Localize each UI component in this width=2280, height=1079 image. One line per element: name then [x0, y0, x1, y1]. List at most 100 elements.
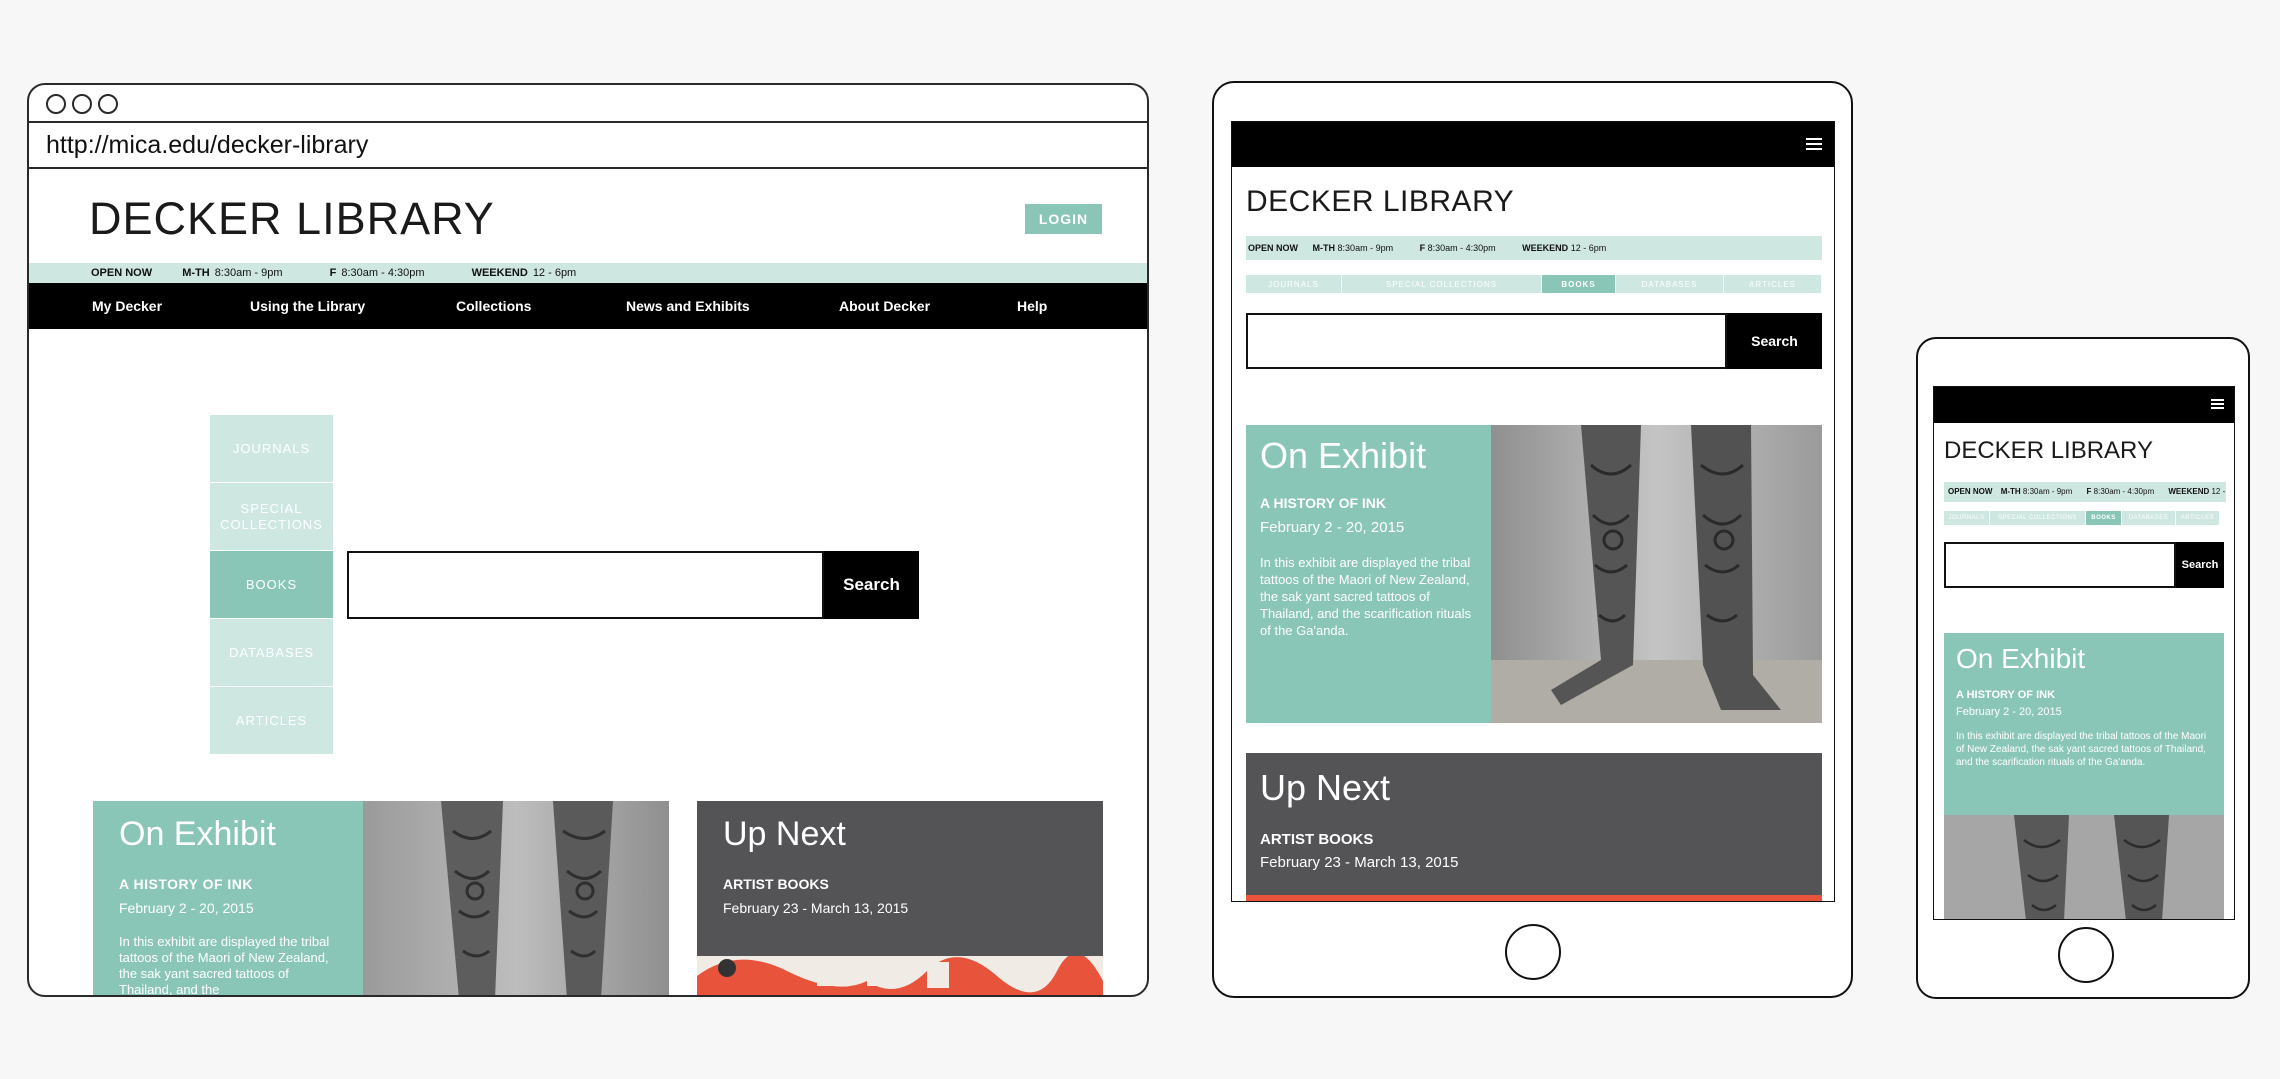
hours-weekend: 12 - 6pm — [1570, 243, 1607, 253]
nav-collections[interactable]: Collections — [456, 298, 531, 314]
hours-weekend: 12 - 6pm — [2211, 487, 2226, 496]
window-maximize-button[interactable] — [98, 94, 118, 114]
tab-journals[interactable]: JOURNALS — [1944, 511, 1990, 525]
exhibit-description: In this exhibit are displayed the tribal… — [1956, 731, 2207, 768]
tattoo-legs-image — [1944, 815, 2224, 919]
hours-f-label: F — [2086, 487, 2092, 496]
tab-journals[interactable]: JOURNALS — [210, 415, 333, 483]
tablet-top-bar — [1232, 122, 1834, 167]
tattoo-legs-image — [363, 801, 669, 995]
tab-special-collections[interactable]: SPECIAL COLLECTIONS — [210, 483, 333, 551]
nav-about-decker[interactable]: About Decker — [839, 298, 930, 314]
site-title[interactable]: DECKER LIBRARY — [1246, 185, 1514, 219]
window-minimize-button[interactable] — [72, 94, 92, 114]
hours-mth-label: M-TH — [182, 267, 210, 279]
search-button[interactable]: Search — [1727, 313, 1822, 369]
hamburger-menu-icon[interactable] — [1806, 138, 1822, 150]
address-bar[interactable]: http://mica.edu/decker-library — [29, 123, 1147, 169]
nav-help[interactable]: Help — [1017, 298, 1047, 314]
tab-databases[interactable]: DATABASES — [2122, 511, 2176, 525]
phone-mockup: DECKER LIBRARY OPEN NOW M-TH 8:30am - 9p… — [1916, 337, 2250, 999]
hours-mth-label: M-TH — [2000, 487, 2021, 496]
hours-mth-label: M-TH — [1312, 243, 1336, 253]
desktop-browser-mockup: http://mica.edu/decker-library DECKER LI… — [27, 83, 1149, 997]
next-date: February 23 - March 13, 2015 — [723, 900, 909, 916]
on-exhibit-card[interactable]: On Exhibit A HISTORY OF INK February 2 -… — [93, 801, 363, 995]
nav-my-decker[interactable]: My Decker — [92, 298, 162, 314]
open-now-label: OPEN NOW — [1948, 487, 1993, 496]
exhibit-title[interactable]: A HISTORY OF INK — [1956, 689, 2212, 701]
tab-journals[interactable]: JOURNALS — [1246, 275, 1342, 293]
main-nav: My Decker Using the Library Collections … — [29, 283, 1147, 329]
tab-articles[interactable]: ARTICLES — [210, 687, 333, 755]
login-button[interactable]: LOGIN — [1025, 204, 1102, 234]
hours-mth: 8:30am - 9pm — [214, 267, 283, 279]
exhibit-title[interactable]: A HISTORY OF INK — [1260, 495, 1477, 511]
artist-books-image — [697, 956, 1103, 995]
on-exhibit-card[interactable]: On Exhibit A HISTORY OF INK February 2 -… — [1246, 425, 1491, 723]
search-category-tabs: JOURNALS SPECIAL COLLECTIONS BOOKS DATAB… — [1246, 275, 1822, 293]
search-input[interactable] — [1944, 542, 2176, 588]
tab-databases[interactable]: DATABASES — [1616, 275, 1724, 293]
browser-title-bar — [29, 85, 1147, 123]
tab-books[interactable]: BOOKS — [210, 551, 333, 619]
hours-f: 8:30am - 4:30pm — [2093, 487, 2155, 496]
hours-f: 8:30am - 4:30pm — [341, 267, 425, 279]
site-title[interactable]: DECKER LIBRARY — [89, 193, 495, 245]
hours-weekend-label: WEEKEND — [2168, 487, 2210, 496]
artist-books-image — [1246, 895, 1822, 901]
tab-articles[interactable]: ARTICLES — [1724, 275, 1822, 293]
tattoo-legs-image — [1491, 425, 1822, 723]
home-button[interactable] — [1505, 924, 1561, 980]
tab-articles[interactable]: ARTICLES — [2176, 511, 2220, 525]
hours-weekend-label: WEEKEND — [471, 267, 528, 279]
exhibit-description: In this exhibit are displayed the tribal… — [1260, 555, 1472, 638]
search-button[interactable]: Search — [2176, 542, 2224, 588]
tablet-mockup: DECKER LIBRARY OPEN NOW M-TH 8:30am - 9p… — [1212, 81, 1853, 998]
search-input[interactable] — [347, 551, 824, 619]
hours-f-label: F — [329, 267, 337, 279]
nav-news-and-exhibits[interactable]: News and Exhibits — [626, 298, 750, 314]
exhibit-date: February 2 - 20, 2015 — [1956, 706, 2062, 718]
hours-bar: OPEN NOW M-TH 8:30am - 9pm F 8:30am - 4:… — [1944, 482, 2226, 502]
exhibit-date: February 2 - 20, 2015 — [119, 900, 254, 916]
next-title[interactable]: ARTIST BOOKS — [723, 876, 1077, 892]
window-close-button[interactable] — [46, 94, 66, 114]
on-exhibit-card[interactable]: On Exhibit A HISTORY OF INK February 2 -… — [1944, 633, 2224, 815]
tablet-screen: DECKER LIBRARY OPEN NOW M-TH 8:30am - 9p… — [1231, 121, 1835, 902]
next-date: February 23 - March 13, 2015 — [1260, 854, 1459, 871]
tab-books[interactable]: BOOKS — [2086, 511, 2122, 525]
hours-weekend-label: WEEKEND — [1522, 243, 1569, 253]
on-exhibit-heading: On Exhibit — [1956, 643, 2086, 674]
up-next-heading: Up Next — [1260, 767, 1391, 808]
search-button[interactable]: Search — [824, 551, 919, 619]
search-category-tabs: JOURNALS SPECIAL COLLECTIONS BOOKS DATAB… — [210, 415, 333, 755]
search-category-tabs: JOURNALS SPECIAL COLLECTIONS BOOKS DATAB… — [1944, 511, 2220, 525]
site-title[interactable]: DECKER LIBRARY — [1944, 437, 2153, 465]
up-next-card[interactable]: Up Next ARTIST BOOKS February 23 - March… — [1246, 753, 1822, 901]
tab-special-collections[interactable]: SPECIAL COLLECTIONS — [1990, 511, 2086, 525]
exhibit-date: February 2 - 20, 2015 — [1260, 519, 1405, 536]
hours-f-label: F — [1419, 243, 1426, 253]
tab-books[interactable]: BOOKS — [1542, 275, 1616, 293]
open-now-label: OPEN NOW — [1248, 243, 1299, 253]
nav-using-the-library[interactable]: Using the Library — [250, 298, 365, 314]
hours-bar: OPEN NOW M-TH 8:30am - 9pm F 8:30am - 4:30… — [29, 263, 1147, 283]
up-next-card[interactable]: Up Next ARTIST BOOKS February 23 - March… — [697, 801, 1103, 956]
on-exhibit-heading: On Exhibit — [1260, 435, 1427, 476]
phone-top-bar — [1934, 387, 2234, 423]
next-title[interactable]: ARTIST BOOKS — [1260, 831, 1808, 848]
exhibit-title[interactable]: A HISTORY OF INK — [119, 876, 337, 892]
home-button[interactable] — [2058, 927, 2114, 983]
tab-databases[interactable]: DATABASES — [210, 619, 333, 687]
hours-bar: OPEN NOW M-TH 8:30am - 9pm F 8:30am - 4:… — [1246, 236, 1822, 260]
hamburger-menu-icon[interactable] — [2211, 399, 2224, 411]
up-next-heading: Up Next — [723, 815, 846, 853]
hours-mth: 8:30am - 9pm — [1337, 243, 1394, 253]
hours-weekend: 12 - 6pm — [532, 267, 577, 279]
tab-special-collections[interactable]: SPECIAL COLLECTIONS — [1342, 275, 1542, 293]
search-input[interactable] — [1246, 313, 1727, 369]
open-now-label: OPEN NOW — [91, 267, 153, 279]
phone-screen: DECKER LIBRARY OPEN NOW M-TH 8:30am - 9p… — [1933, 386, 2235, 920]
hours-f: 8:30am - 4:30pm — [1427, 243, 1496, 253]
